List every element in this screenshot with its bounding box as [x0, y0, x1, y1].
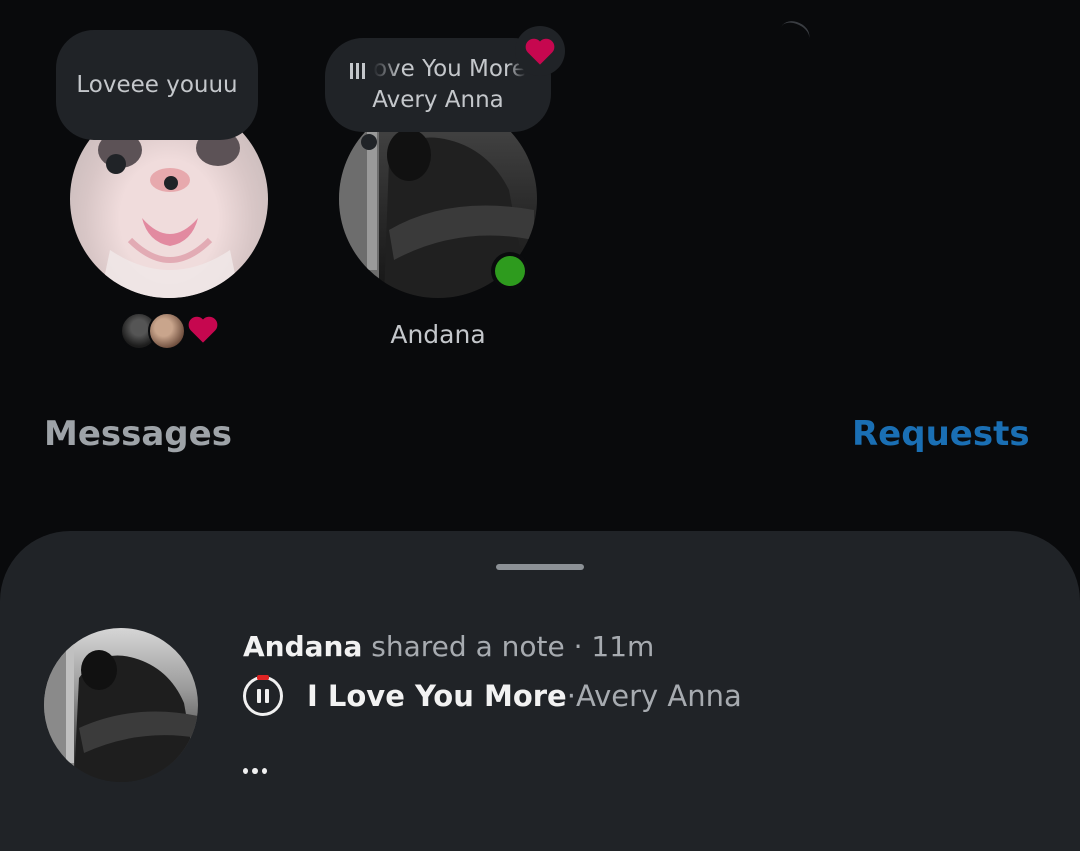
song-separator: · — [566, 679, 576, 713]
person-photo — [44, 628, 198, 782]
sheet-drag-handle[interactable] — [496, 564, 584, 570]
equalizer-icon — [349, 61, 365, 79]
requests-link[interactable]: Requests — [852, 414, 1030, 454]
contact-name[interactable]: Andana — [340, 320, 536, 349]
note-text: Loveee youuu — [76, 72, 238, 98]
music-note-song-row: ove You More — [349, 54, 527, 85]
note-author[interactable]: Andana — [243, 630, 362, 663]
music-note-artist: Avery Anna — [372, 87, 504, 113]
heart-icon — [188, 316, 218, 343]
decorative-arc — [776, 16, 814, 50]
pause-icon[interactable] — [243, 675, 283, 716]
note-song-line: I Love You More · Avery Anna — [243, 675, 742, 716]
note-bubble[interactable]: Loveee youuu — [56, 30, 258, 190]
music-note-song: ove You More — [372, 56, 527, 82]
online-indicator — [491, 252, 529, 290]
note-tail — [164, 176, 178, 190]
note-tail — [361, 134, 377, 150]
sheet-author-avatar[interactable] — [44, 628, 198, 782]
more-options-icon[interactable] — [243, 768, 267, 778]
note-header-line: Andana shared a note · 11m — [243, 630, 654, 663]
note-meta: shared a note · 11m — [362, 630, 655, 663]
song-title: I Love You More — [307, 679, 567, 713]
note-reactions[interactable] — [120, 312, 230, 350]
note-tail — [106, 154, 126, 174]
reactor-avatar — [148, 312, 186, 350]
heart-icon — [525, 38, 555, 65]
liked-badge[interactable] — [515, 26, 565, 76]
messages-heading: Messages — [44, 414, 232, 454]
song-artist: Avery Anna — [575, 679, 742, 713]
